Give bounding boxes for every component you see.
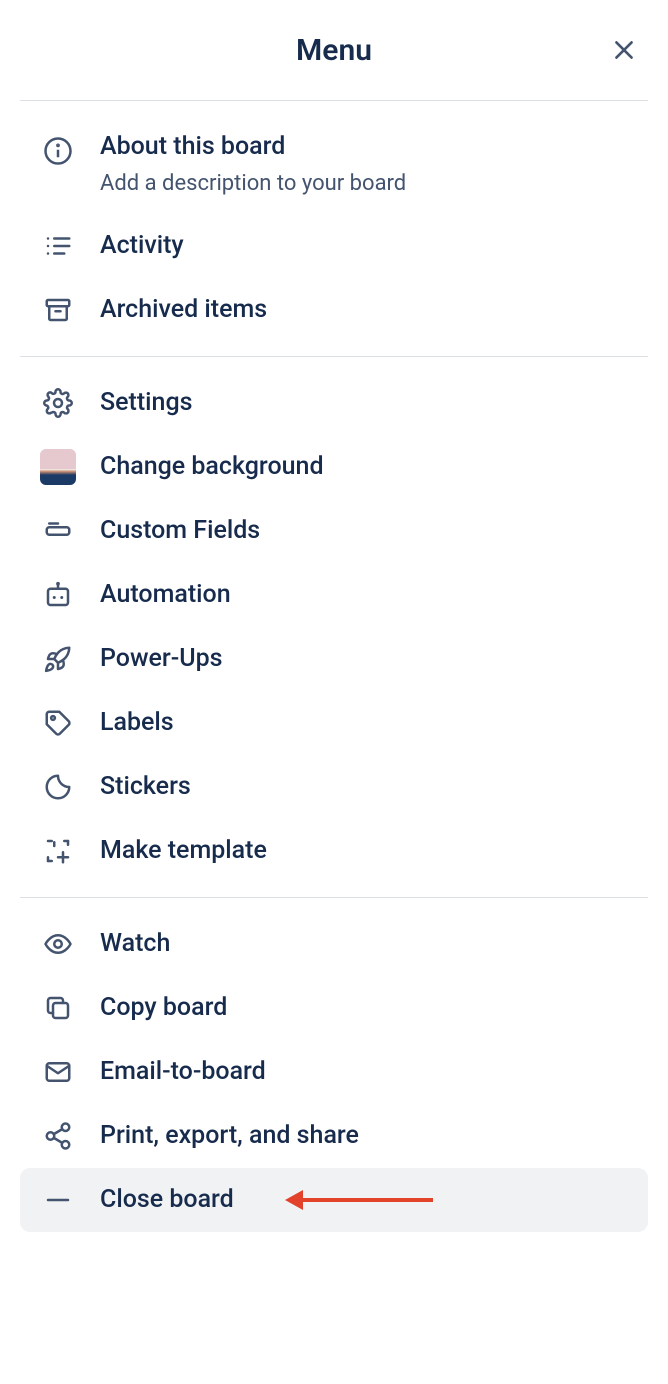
- menu-item-close-board[interactable]: Close board: [20, 1168, 648, 1232]
- menu-item-label: Make template: [100, 835, 267, 868]
- activity-list-icon: [43, 231, 73, 261]
- menu-item-archived[interactable]: Archived items: [20, 278, 648, 342]
- email-icon: [43, 1057, 73, 1087]
- menu-item-label: Archived items: [100, 294, 267, 327]
- menu-item-label: Settings: [100, 387, 193, 420]
- menu-item-print-export-share[interactable]: Print, export, and share: [20, 1104, 648, 1168]
- eye-icon: [43, 929, 73, 959]
- template-icon: [43, 836, 73, 866]
- menu-item-make-template[interactable]: Make template: [20, 819, 648, 883]
- close-icon: [611, 37, 637, 63]
- annotation-arrow: [285, 1190, 433, 1210]
- menu-item-sublabel: Add a description to your board: [100, 170, 406, 199]
- menu-item-label: Custom Fields: [100, 515, 260, 548]
- menu-item-label: Email-to-board: [100, 1056, 266, 1089]
- menu-item-label: About this board: [100, 131, 406, 164]
- menu-item-label: Change background: [100, 451, 324, 484]
- board-menu-panel: Menu About this board Add a description …: [0, 0, 668, 1246]
- menu-item-label: Copy board: [100, 992, 227, 1025]
- menu-item-watch[interactable]: Watch: [20, 912, 648, 976]
- info-icon: [43, 136, 73, 166]
- menu-item-custom-fields[interactable]: Custom Fields: [20, 499, 648, 563]
- automation-robot-icon: [43, 580, 73, 610]
- menu-item-email-to-board[interactable]: Email-to-board: [20, 1040, 648, 1104]
- menu-item-label: Print, export, and share: [100, 1120, 359, 1153]
- menu-item-power-ups[interactable]: Power-Ups: [20, 627, 648, 691]
- menu-section-3: Watch Copy board Email-to-board: [0, 898, 668, 1246]
- close-menu-button[interactable]: [604, 30, 644, 70]
- menu-section-1: About this board Add a description to yo…: [0, 101, 668, 356]
- menu-item-stickers[interactable]: Stickers: [20, 755, 648, 819]
- menu-title: Menu: [296, 33, 372, 68]
- menu-item-copy-board[interactable]: Copy board: [20, 976, 648, 1040]
- custom-fields-icon: [43, 516, 73, 546]
- archive-icon: [43, 295, 73, 325]
- gear-icon: [43, 388, 73, 418]
- minus-icon: [43, 1185, 73, 1215]
- menu-item-label: Power-Ups: [100, 643, 223, 676]
- sticker-icon: [43, 772, 73, 802]
- menu-item-activity[interactable]: Activity: [20, 214, 648, 278]
- background-thumbnail-icon: [40, 449, 76, 485]
- menu-item-settings[interactable]: Settings: [20, 371, 648, 435]
- menu-section-2: Settings Change background Custom Fields: [0, 357, 668, 897]
- share-icon: [43, 1121, 73, 1151]
- copy-icon: [43, 993, 73, 1023]
- menu-item-label: Activity: [100, 230, 184, 263]
- menu-item-label: Watch: [100, 928, 170, 961]
- menu-item-label: Labels: [100, 707, 174, 740]
- menu-header: Menu: [0, 0, 668, 100]
- menu-item-about-board[interactable]: About this board Add a description to yo…: [20, 115, 648, 214]
- menu-item-label: Stickers: [100, 771, 191, 804]
- label-tag-icon: [43, 708, 73, 738]
- menu-item-labels[interactable]: Labels: [20, 691, 648, 755]
- menu-item-change-background[interactable]: Change background: [20, 435, 648, 499]
- rocket-icon: [43, 644, 73, 674]
- menu-item-label: Close board: [100, 1184, 234, 1217]
- menu-item-automation[interactable]: Automation: [20, 563, 648, 627]
- menu-item-label: Automation: [100, 579, 231, 612]
